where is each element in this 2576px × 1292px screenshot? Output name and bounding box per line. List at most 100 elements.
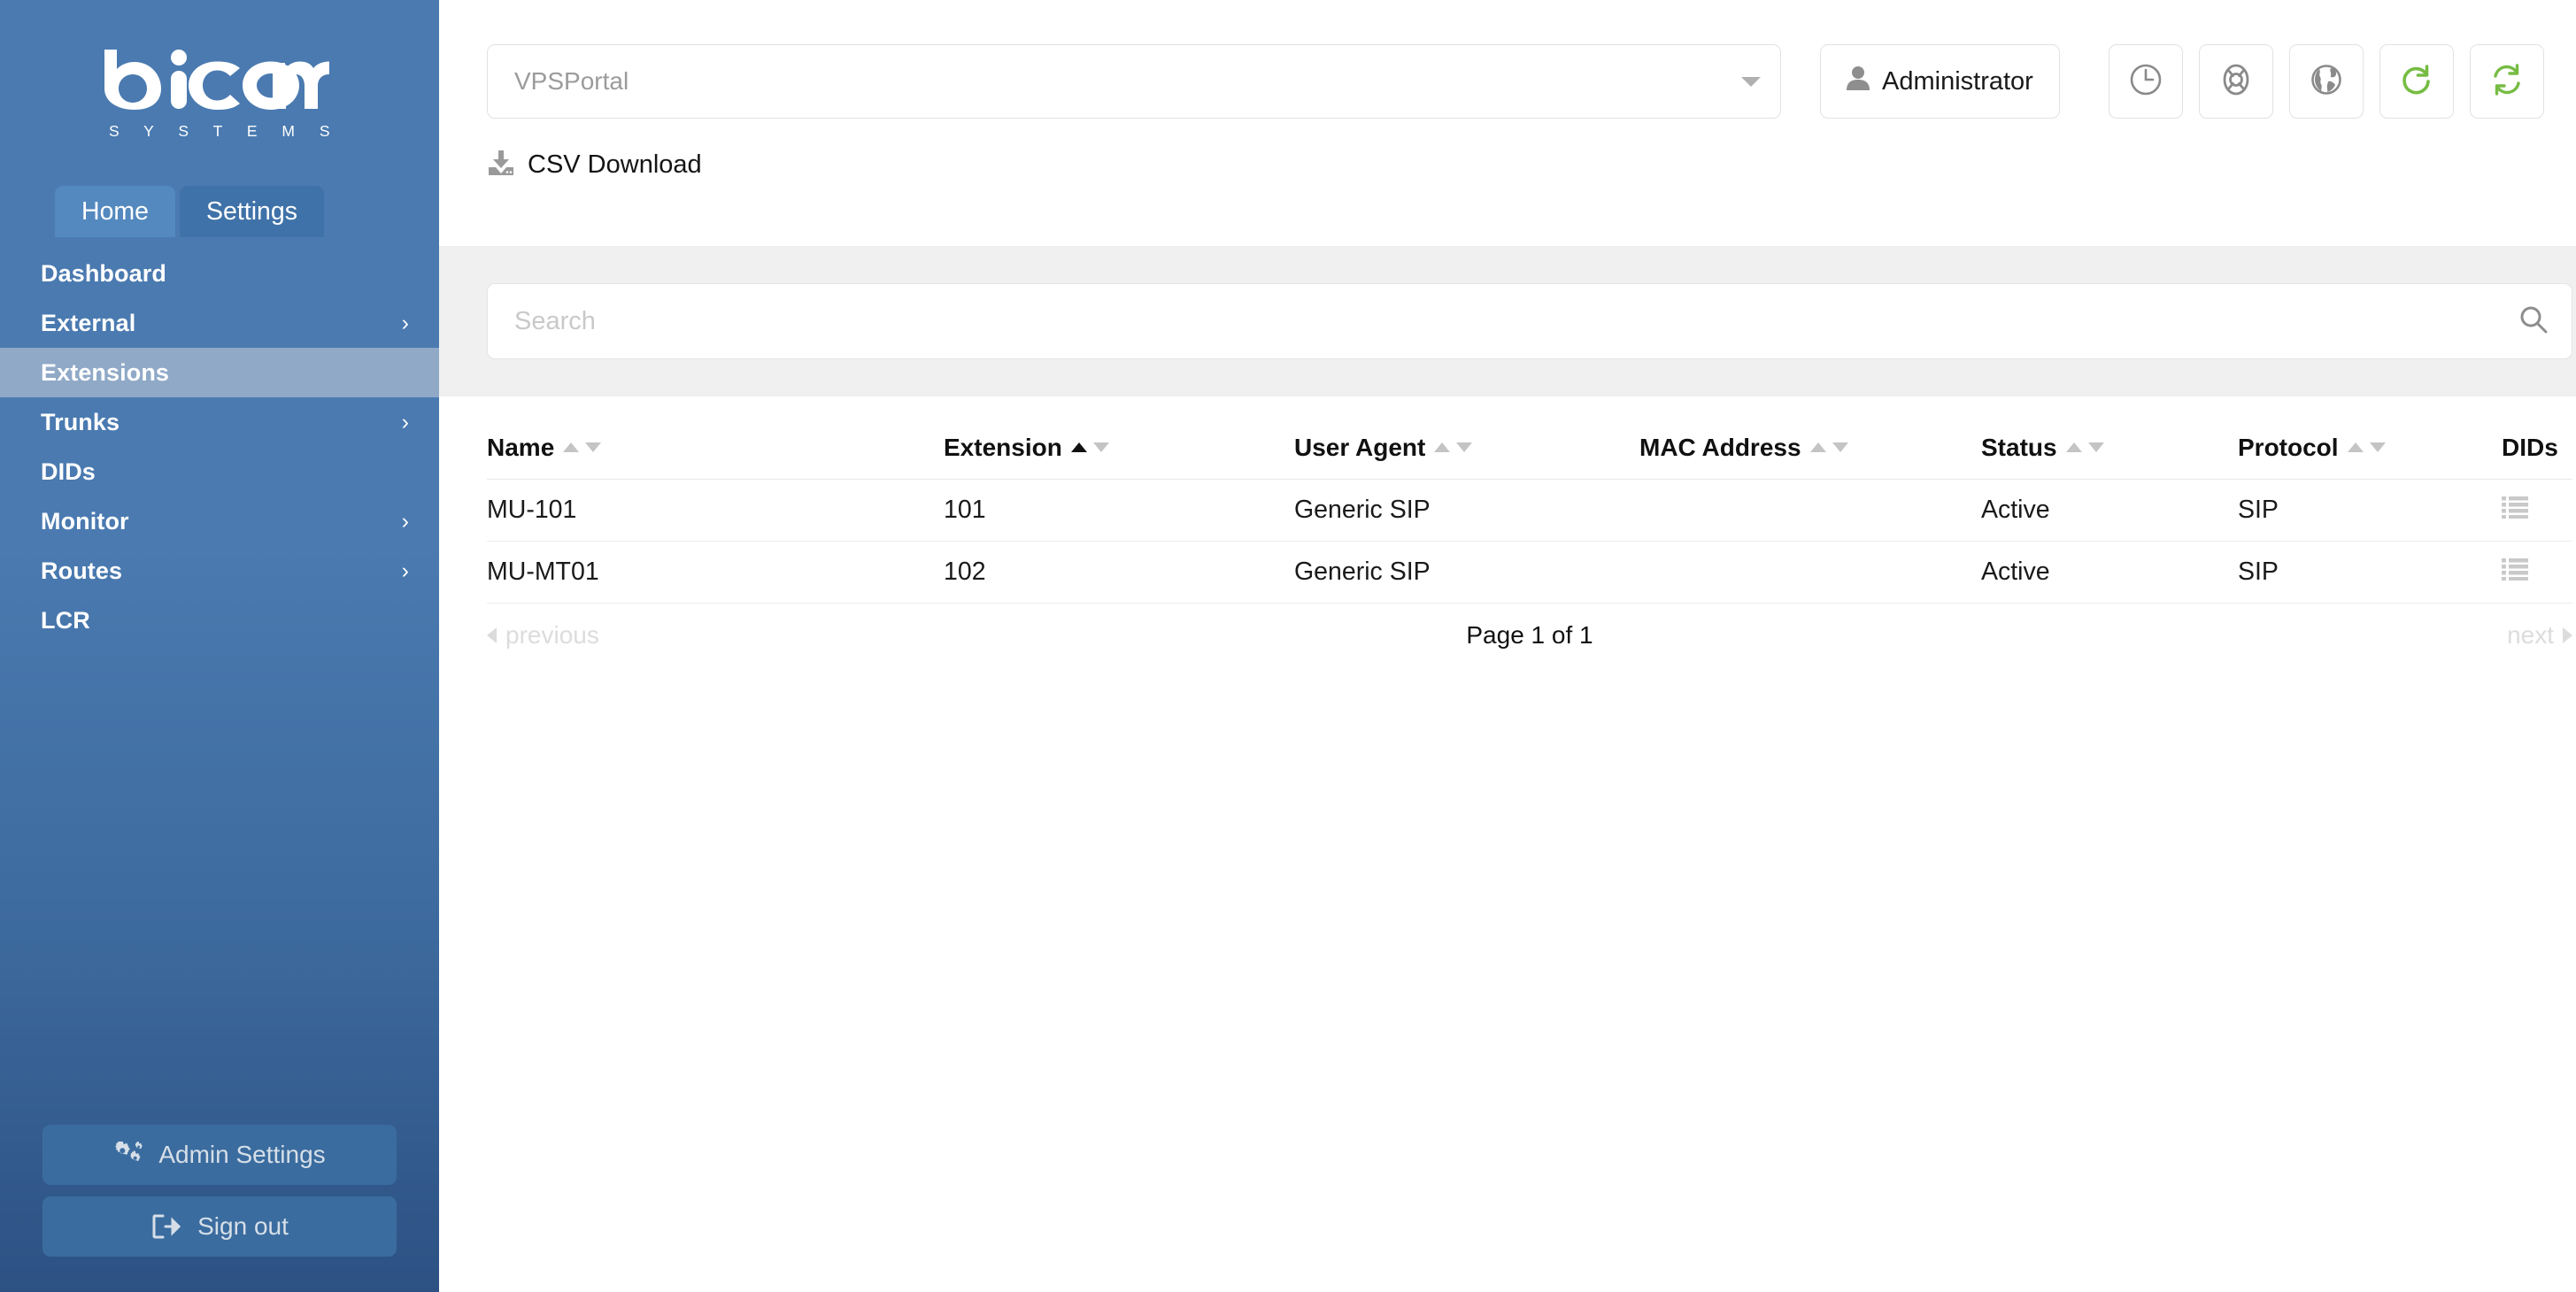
sidebar-item-dids[interactable]: DIDs bbox=[0, 447, 439, 496]
column-header-status[interactable]: Status bbox=[1981, 434, 2238, 462]
table-header-row: Name Extension User Agent MAC Address St… bbox=[487, 416, 2572, 480]
globe-icon bbox=[2310, 63, 2343, 101]
table-row[interactable]: MU-101 101 Generic SIP Active SIP bbox=[487, 480, 2572, 542]
chevron-right-icon: › bbox=[401, 558, 409, 583]
sign-out-label: Sign out bbox=[197, 1212, 289, 1240]
search-icon[interactable] bbox=[2518, 304, 2549, 339]
list-icon[interactable] bbox=[2502, 496, 2528, 526]
server-select-value: VPSPortal bbox=[514, 67, 629, 95]
user-button[interactable]: Administrator bbox=[1820, 44, 2060, 119]
tab-home[interactable]: Home bbox=[55, 186, 176, 237]
sidebar-item-extensions[interactable]: Extensions bbox=[0, 348, 439, 397]
sidebar-footer: Admin Settings Sign out bbox=[0, 1125, 439, 1292]
sort-controls[interactable] bbox=[2065, 442, 2104, 452]
sort-desc-icon[interactable] bbox=[1456, 442, 1473, 452]
user-button-label: Administrator bbox=[1882, 66, 2033, 96]
sidebar-item-label: Dashboard bbox=[41, 259, 166, 287]
column-header-protocol[interactable]: Protocol bbox=[2238, 434, 2502, 462]
sidebar-item-external[interactable]: External › bbox=[0, 298, 439, 348]
cell-protocol: SIP bbox=[2238, 496, 2279, 524]
column-label: Status bbox=[1981, 433, 2057, 461]
cell-extension: 102 bbox=[944, 558, 986, 586]
sort-asc-icon[interactable] bbox=[1434, 442, 1451, 452]
sort-desc-icon[interactable] bbox=[1832, 442, 1848, 452]
column-label: Name bbox=[487, 433, 555, 461]
sidebar-item-routes[interactable]: Routes › bbox=[0, 546, 439, 596]
column-label: DIDs bbox=[2502, 433, 2558, 461]
table-row[interactable]: MU-MT01 102 Generic SIP Active SIP bbox=[487, 542, 2572, 604]
life-ring-icon bbox=[2218, 62, 2254, 102]
tab-settings[interactable]: Settings bbox=[180, 186, 325, 237]
cell-status: Active bbox=[1981, 558, 2050, 586]
sort-asc-icon[interactable] bbox=[2065, 442, 2082, 452]
sign-out-icon bbox=[150, 1212, 182, 1241]
search-input[interactable] bbox=[514, 306, 2518, 336]
admin-settings-button[interactable]: Admin Settings bbox=[42, 1125, 397, 1185]
cell-dids[interactable] bbox=[2502, 558, 2572, 588]
sidebar-item-label: Monitor bbox=[41, 507, 129, 534]
sidebar-item-lcr[interactable]: LCR bbox=[0, 596, 439, 645]
sidebar-item-trunks[interactable]: Trunks › bbox=[0, 397, 439, 447]
cell-extension: 101 bbox=[944, 496, 986, 524]
globe-button[interactable] bbox=[2288, 44, 2364, 119]
list-icon[interactable] bbox=[2502, 558, 2528, 588]
chevron-right-icon: › bbox=[401, 310, 409, 335]
sort-asc-icon[interactable] bbox=[1809, 442, 1826, 452]
server-select[interactable]: VPSPortal bbox=[487, 44, 1781, 119]
sync-button[interactable] bbox=[2469, 44, 2544, 119]
sort-asc-icon[interactable] bbox=[2347, 442, 2364, 452]
cell-protocol: SIP bbox=[2238, 558, 2279, 586]
column-label: Extension bbox=[944, 433, 1062, 461]
reload-button[interactable] bbox=[2379, 44, 2454, 119]
sort-asc-icon[interactable] bbox=[563, 442, 580, 452]
sidebar: S Y S T E M S Home Settings Dashboard Ex… bbox=[0, 0, 439, 1292]
column-header-name[interactable]: Name bbox=[487, 434, 944, 462]
sidebar-item-label: Extensions bbox=[41, 358, 170, 386]
sync-icon bbox=[2489, 62, 2525, 102]
application-window: S Y S T E M S Home Settings Dashboard Ex… bbox=[0, 0, 2576, 1292]
sort-asc-icon[interactable] bbox=[1070, 442, 1087, 452]
sidebar-item-label: DIDs bbox=[41, 458, 96, 485]
column-header-user-agent[interactable]: User Agent bbox=[1294, 434, 1639, 462]
column-header-extension[interactable]: Extension bbox=[944, 434, 1294, 462]
cell-dids[interactable] bbox=[2502, 496, 2572, 526]
sort-desc-icon[interactable] bbox=[2087, 442, 2104, 452]
sort-desc-icon[interactable] bbox=[2369, 442, 2386, 452]
support-button[interactable] bbox=[2198, 44, 2273, 119]
admin-settings-label: Admin Settings bbox=[158, 1141, 326, 1168]
column-label: MAC Address bbox=[1639, 433, 1801, 461]
column-label: User Agent bbox=[1294, 433, 1426, 461]
brand-logo[interactable]: S Y S T E M S bbox=[0, 0, 439, 177]
main-content: VPSPortal Administrator CSV Download Sea… bbox=[439, 0, 2576, 1292]
cell-name: MU-MT01 bbox=[487, 558, 599, 586]
sidebar-tabs: Home Settings bbox=[0, 177, 439, 237]
page-info: Page 1 of 1 bbox=[1466, 621, 1593, 649]
chevron-right-icon: › bbox=[401, 409, 409, 435]
sort-controls[interactable] bbox=[2347, 442, 2386, 452]
sort-desc-icon[interactable] bbox=[1092, 442, 1109, 452]
clock-icon bbox=[2128, 62, 2163, 102]
chevron-down-icon bbox=[1741, 76, 1761, 87]
user-icon bbox=[1847, 65, 1870, 97]
brand-subtitle: S Y S T E M S bbox=[108, 121, 341, 140]
csv-download-button[interactable]: CSV Download bbox=[439, 119, 2576, 188]
column-header-dids[interactable]: DIDs bbox=[2502, 434, 2572, 462]
sort-desc-icon[interactable] bbox=[585, 442, 602, 452]
sort-controls[interactable] bbox=[1070, 442, 1109, 452]
extensions-table: Name Extension User Agent MAC Address St… bbox=[487, 416, 2572, 604]
sidebar-nav: Dashboard External › Extensions Trunks ›… bbox=[0, 237, 439, 645]
sidebar-item-label: LCR bbox=[41, 606, 90, 634]
search-bar[interactable] bbox=[487, 283, 2572, 359]
cell-status: Active bbox=[1981, 496, 2050, 524]
sign-out-button[interactable]: Sign out bbox=[42, 1196, 397, 1257]
sort-controls[interactable] bbox=[1809, 442, 1848, 452]
sidebar-item-dashboard[interactable]: Dashboard bbox=[0, 249, 439, 298]
pagination: previous Page 1 of 1 next bbox=[487, 607, 2572, 664]
refresh-icon bbox=[2399, 62, 2434, 102]
sidebar-item-monitor[interactable]: Monitor › bbox=[0, 496, 439, 546]
sort-controls[interactable] bbox=[563, 442, 602, 452]
sort-controls[interactable] bbox=[1434, 442, 1473, 452]
clock-button[interactable] bbox=[2108, 44, 2183, 119]
column-header-mac-address[interactable]: MAC Address bbox=[1639, 434, 1981, 462]
cell-user-agent: Generic SIP bbox=[1294, 558, 1431, 586]
